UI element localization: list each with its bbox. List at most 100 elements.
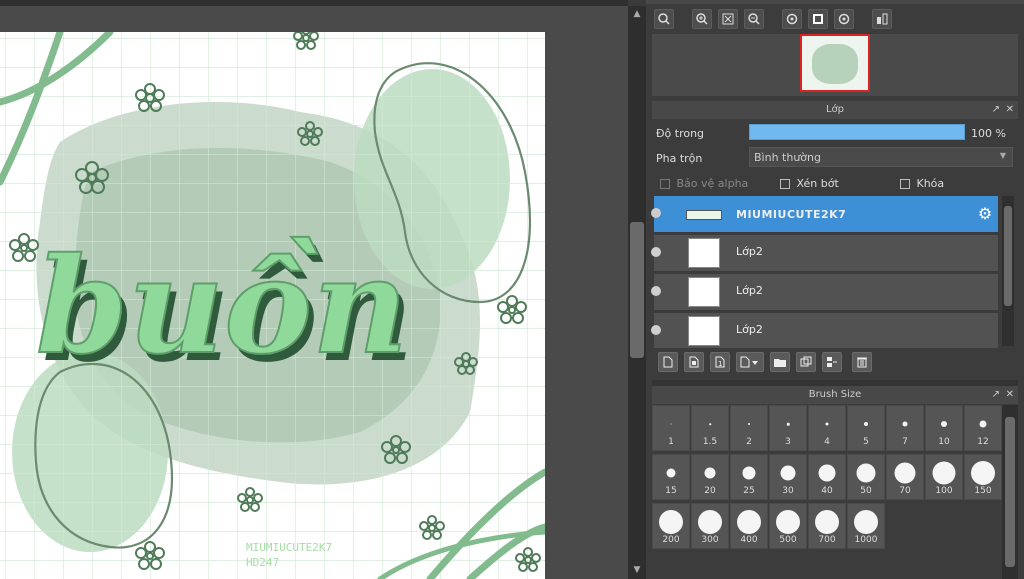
- gear-icon[interactable]: ⚙: [976, 205, 994, 223]
- close-icon[interactable]: ✕: [1006, 101, 1014, 119]
- merge-icon[interactable]: [822, 352, 842, 372]
- rotate-left-icon[interactable]: [782, 9, 802, 29]
- scrollbar-thumb[interactable]: [630, 222, 644, 358]
- layer-thumbnail: [688, 316, 720, 346]
- trash-icon[interactable]: [852, 352, 872, 372]
- brush-size-cell[interactable]: 300: [691, 503, 729, 549]
- brush-panel-scrollbar[interactable]: [1002, 405, 1018, 579]
- scroll-up-icon[interactable]: ▲: [630, 8, 644, 20]
- brush-size-cell[interactable]: 4: [808, 405, 846, 451]
- brush-dot-icon: [776, 510, 800, 534]
- right-panel: Lớp ↗ ✕ Độ trong 100 % Pha trộn Bình thư…: [646, 0, 1024, 579]
- brush-dot-icon: [932, 461, 956, 485]
- canvas-workspace[interactable]: buồn buồn MIUMIUCUTE2K7 HD247: [0, 0, 628, 579]
- svg-text:1: 1: [718, 360, 722, 368]
- brush-dot-icon: [704, 467, 716, 479]
- layer-row[interactable]: Lớp2: [651, 313, 998, 348]
- checkbox-box: [900, 179, 910, 189]
- blend-mode-select[interactable]: Bình thường ▼: [749, 147, 1013, 167]
- lock-checkbox[interactable]: Khóa: [900, 177, 944, 190]
- new-layer-type-icon[interactable]: [684, 352, 704, 372]
- brush-size-label: 150: [974, 486, 992, 496]
- brush-size-cell[interactable]: 15: [652, 454, 690, 500]
- popout-icon[interactable]: ↗: [992, 386, 1000, 404]
- workspace-top-strip: [0, 0, 628, 6]
- lock-label: Khóa: [916, 177, 945, 190]
- brush-size-cell[interactable]: 3: [769, 405, 807, 451]
- visibility-icon[interactable]: [651, 208, 661, 218]
- visibility-icon[interactable]: [651, 325, 661, 335]
- navigator-preview-area: [652, 34, 1018, 96]
- brush-size-label: 500: [779, 535, 797, 545]
- brush-size-cell[interactable]: 70: [886, 454, 924, 500]
- canvas-vertical-scrollbar[interactable]: ▲ ▼: [628, 6, 646, 579]
- flip-icon[interactable]: [872, 9, 892, 29]
- brush-size-cell[interactable]: 400: [730, 503, 768, 549]
- visibility-icon[interactable]: [651, 247, 661, 257]
- brush-size-label: 1: [668, 437, 674, 447]
- brush-size-cell[interactable]: 25: [730, 454, 768, 500]
- brush-scroll-thumb[interactable]: [1005, 417, 1015, 567]
- brush-dot-icon: [742, 466, 756, 480]
- clipping-checkbox[interactable]: Xén bớt: [780, 177, 839, 190]
- brush-size-cell[interactable]: 100: [925, 454, 963, 500]
- protect-alpha-checkbox[interactable]: Bảo vệ alpha: [660, 177, 748, 190]
- layer-list-scrollbar[interactable]: [1002, 196, 1014, 346]
- layer-name: MIUMIUCUTE2K7: [736, 208, 847, 221]
- brush-size-cell[interactable]: 50: [847, 454, 885, 500]
- brush-size-cell[interactable]: 700: [808, 503, 846, 549]
- brush-dot-icon: [698, 510, 722, 534]
- layer-scroll-thumb[interactable]: [1004, 206, 1012, 306]
- fit-icon[interactable]: [718, 9, 738, 29]
- brush-size-cell[interactable]: 10: [925, 405, 963, 451]
- visibility-icon[interactable]: [651, 286, 661, 296]
- close-icon[interactable]: ✕: [1006, 386, 1014, 404]
- protect-alpha-label: Bảo vệ alpha: [676, 177, 749, 190]
- zoom-out-icon[interactable]: [744, 9, 764, 29]
- brush-panel-title: Brush Size ↗ ✕: [652, 386, 1018, 404]
- navigator-viewport[interactable]: [800, 34, 870, 92]
- layer-name: Lớp2: [736, 245, 763, 258]
- duplicate-icon[interactable]: [796, 352, 816, 372]
- layer-thumbnail: [688, 238, 720, 268]
- brush-size-cell[interactable]: 150: [964, 454, 1002, 500]
- rotate-right-icon[interactable]: [834, 9, 854, 29]
- brush-dot-icon: [818, 464, 836, 482]
- brush-size-cell[interactable]: 12: [964, 405, 1002, 451]
- brush-size-cell[interactable]: 7: [886, 405, 924, 451]
- title-lettering: buồn: [36, 229, 408, 384]
- brush-size-cell[interactable]: 5: [847, 405, 885, 451]
- brush-dot-icon: [815, 510, 839, 534]
- brush-size-cell[interactable]: 40: [808, 454, 846, 500]
- brush-size-cell[interactable]: 20: [691, 454, 729, 500]
- import-layer-icon[interactable]: 1: [710, 352, 730, 372]
- brush-size-cell[interactable]: 2: [730, 405, 768, 451]
- blend-label: Pha trộn: [656, 152, 703, 165]
- fullscreen-icon[interactable]: [808, 9, 828, 29]
- popout-icon[interactable]: ↗: [992, 101, 1000, 119]
- folder-icon[interactable]: [770, 352, 790, 372]
- brush-size-cell[interactable]: 500: [769, 503, 807, 549]
- layer-row[interactable]: Lớp2: [651, 274, 998, 311]
- layer-row[interactable]: Lớp2: [651, 235, 998, 272]
- layer-row[interactable]: MIUMIUCUTE2K7 ⚙: [651, 196, 998, 233]
- brush-size-grid: 1 1.5 2 3 4 5 7 10 12 15 20 25 30 40 50 70 100 150 200 300 4…: [652, 405, 1004, 553]
- brush-dot-icon: [825, 422, 829, 426]
- brush-size-cell[interactable]: 1.5: [691, 405, 729, 451]
- zoom-reset-icon[interactable]: [654, 9, 674, 29]
- checkbox-box: [780, 179, 790, 189]
- brush-size-label: 700: [818, 535, 836, 545]
- new-layer-icon[interactable]: [658, 352, 678, 372]
- brush-size-cell[interactable]: 30: [769, 454, 807, 500]
- brush-size-cell[interactable]: 200: [652, 503, 690, 549]
- zoom-in-icon[interactable]: [692, 9, 712, 29]
- brush-size-cell[interactable]: 1000: [847, 503, 885, 549]
- scroll-down-icon[interactable]: ▼: [630, 564, 644, 576]
- watermark-line2: HD247: [246, 556, 279, 569]
- brush-size-cell[interactable]: 1: [652, 405, 690, 451]
- opacity-slider[interactable]: [749, 124, 965, 140]
- drawing-canvas[interactable]: buồn buồn MIUMIUCUTE2K7 HD247: [0, 32, 545, 579]
- layer-thumbnail: [686, 210, 722, 220]
- add-layer-menu-icon[interactable]: [736, 352, 764, 372]
- brush-size-label: 3: [785, 437, 791, 447]
